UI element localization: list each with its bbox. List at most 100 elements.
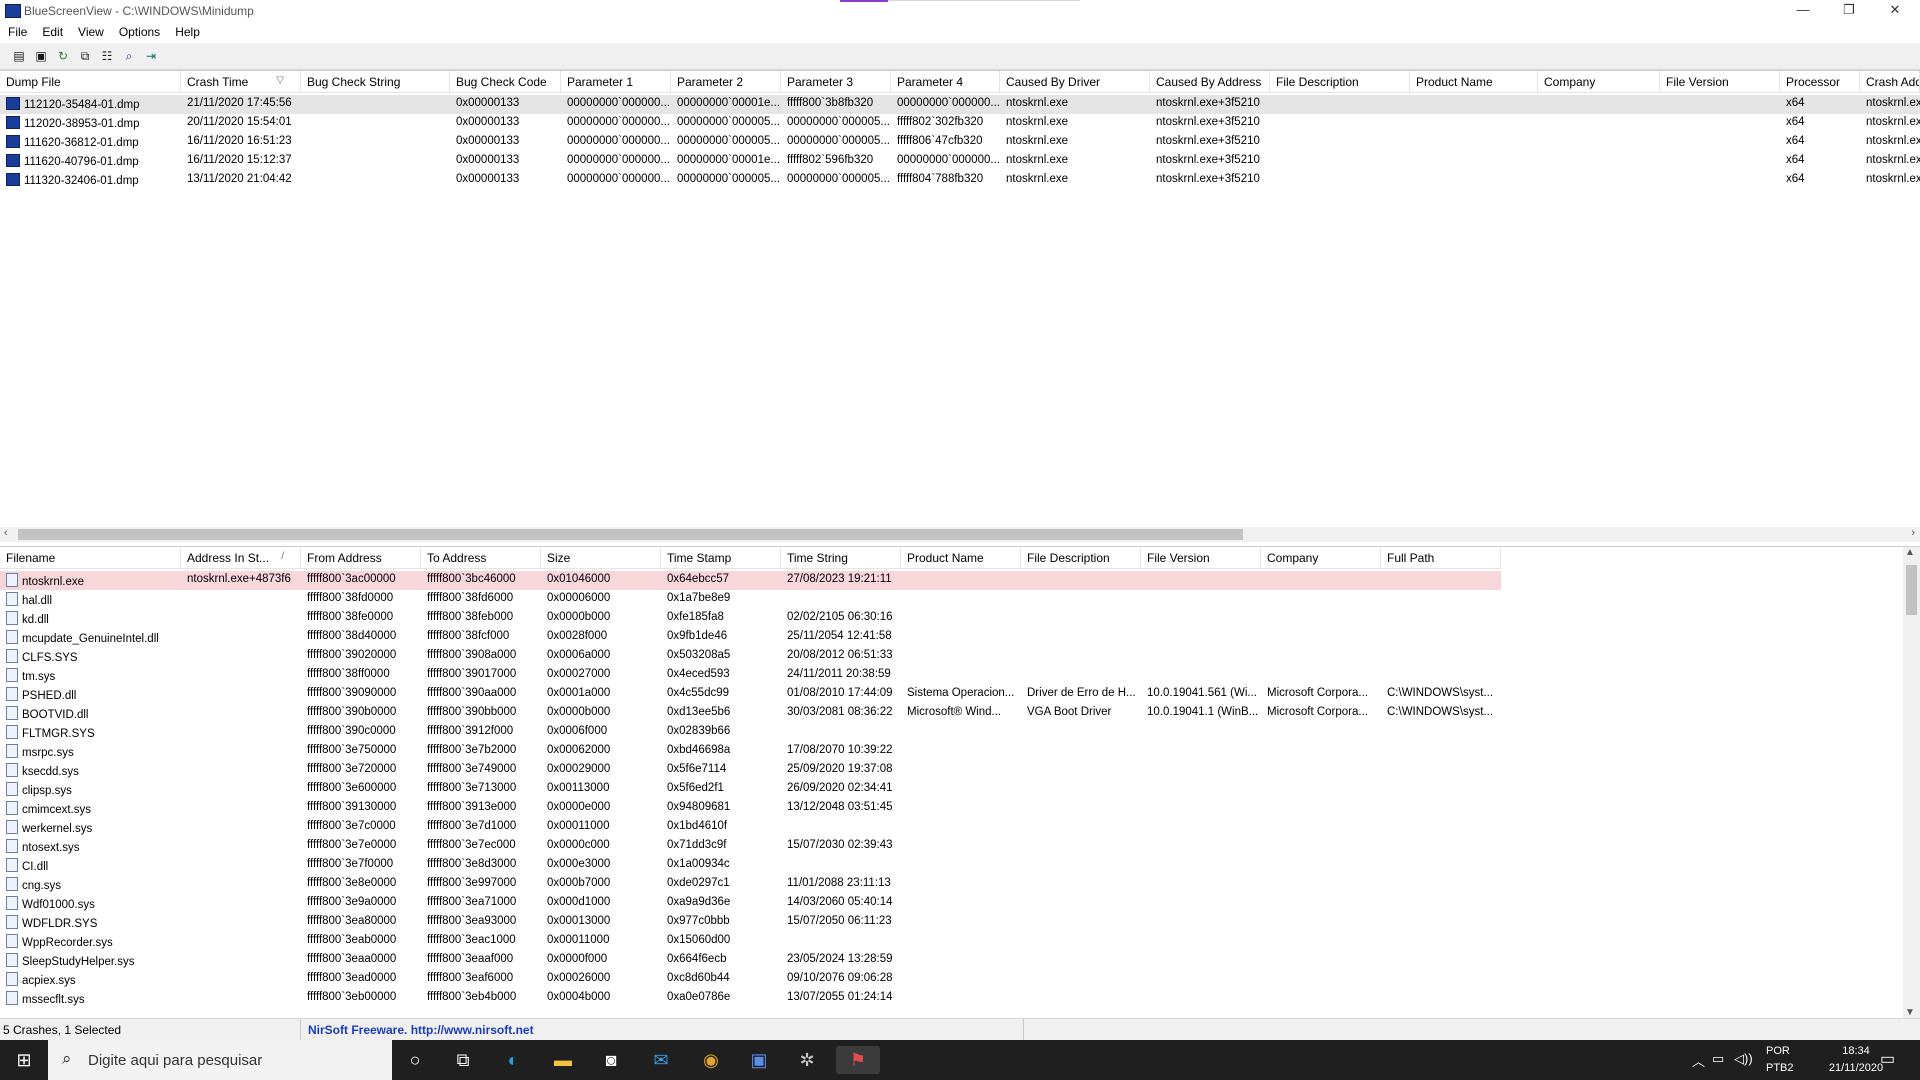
column-header-parameter-4[interactable]: Parameter 4	[891, 71, 1000, 93]
column-header-file-version[interactable]: File Version	[1141, 547, 1261, 569]
module-row[interactable]: ntoskrnl.exe ntoskrnl.exe+4873f6 fffff800`…	[0, 571, 1501, 590]
column-header-to-address[interactable]: To Address	[421, 547, 541, 569]
bluescreenview-taskbar-icon[interactable]: ▣	[742, 1046, 776, 1074]
crash-row[interactable]: 111620-40796-01.dmp 16/11/2020 15:12:37 0x…	[0, 152, 1920, 171]
module-row[interactable]: WDFLDR.SYS fffff800`3ea80000 fffff800`3ea9…	[0, 913, 1501, 932]
scroll-right-arrow-icon[interactable]: ›	[1911, 527, 1915, 539]
column-header-product-name[interactable]: Product Name	[901, 547, 1021, 569]
column-header-parameter-2[interactable]: Parameter 2	[671, 71, 781, 93]
column-header-product-name[interactable]: Product Name	[1410, 71, 1538, 93]
module-row[interactable]: tm.sys fffff800`38ff0000 fffff800`39017000…	[0, 666, 1501, 685]
active-app-taskbar-icon[interactable]: ⚑	[836, 1046, 880, 1074]
module-row[interactable]: mcupdate_GenuineIntel.dll fffff800`38d400…	[0, 628, 1501, 647]
find-icon[interactable]: ⌕	[120, 47, 138, 65]
restore-button[interactable]: ❐	[1826, 0, 1872, 22]
language-primary[interactable]: POR	[1766, 1045, 1790, 1057]
properties-icon[interactable]: ▤	[10, 47, 28, 65]
crash-row[interactable]: 111320-32406-01.dmp 13/11/2020 21:04:42 0x…	[0, 171, 1920, 190]
module-row[interactable]: msrpc.sys fffff800`3e750000 fffff800`3e7b2…	[0, 742, 1501, 761]
column-header-size[interactable]: Size	[541, 547, 661, 569]
module-row[interactable]: ntosext.sys fffff800`3e7e0000 fffff800`3e7…	[0, 837, 1501, 856]
store-icon[interactable]: ◙	[594, 1046, 628, 1074]
column-header-parameter-3[interactable]: Parameter 3	[781, 71, 891, 93]
column-header-bug-check-code[interactable]: Bug Check Code	[450, 71, 561, 93]
edge-icon[interactable]: ◐	[496, 1046, 530, 1074]
module-row[interactable]: FLTMGR.SYS fffff800`390c0000 fffff800`3912…	[0, 723, 1501, 742]
module-row[interactable]: CI.dll fffff800`3e7f0000 fffff800`3e8d3000…	[0, 856, 1501, 875]
vertical-scrollbar[interactable]: ▲ ▼	[1903, 547, 1920, 1018]
menu-options[interactable]: Options	[111, 22, 167, 39]
chrome-icon[interactable]: ◉	[694, 1046, 728, 1074]
crash-row[interactable]: 111620-36812-01.dmp 16/11/2020 16:51:23 0x…	[0, 133, 1920, 152]
mail-icon[interactable]: ✉	[644, 1046, 678, 1074]
cell-time-stamp: 0x503208a5	[661, 649, 781, 661]
scroll-down-arrow-icon[interactable]: ▼	[1905, 1007, 1915, 1018]
module-row[interactable]: clipsp.sys fffff800`3e600000 fffff800`3e71…	[0, 780, 1501, 799]
column-header-time-string[interactable]: Time String	[781, 547, 901, 569]
column-header-file-description[interactable]: File Description	[1270, 71, 1410, 93]
module-row[interactable]: kd.dll fffff800`38fe0000 fffff800`38feb000…	[0, 609, 1501, 628]
menu-help[interactable]: Help	[167, 22, 207, 39]
menu-file[interactable]: File	[0, 22, 34, 39]
column-header-company[interactable]: Company	[1538, 71, 1660, 93]
horizontal-scrollbar[interactable]: ‹ ›	[0, 527, 1920, 542]
cell-size: 0x00011000	[541, 934, 661, 946]
tray-chevron-icon[interactable]: ︿	[1692, 1051, 1705, 1070]
column-header-file-description[interactable]: File Description	[1021, 547, 1141, 569]
close-button[interactable]: ✕	[1872, 0, 1918, 22]
windows-start-icon[interactable]: ⊞	[6, 1046, 42, 1074]
column-header-dump-file[interactable]: Dump File	[0, 71, 181, 93]
module-row[interactable]: SleepStudyHelper.sys fffff800`3eaa0000 fff…	[0, 951, 1501, 970]
column-header-processor[interactable]: Processor	[1780, 71, 1860, 93]
module-row[interactable]: BOOTVID.dll fffff800`390b0000 fffff800`390…	[0, 704, 1501, 723]
column-header-company[interactable]: Company	[1261, 547, 1381, 569]
column-header-full-path[interactable]: Full Path	[1381, 547, 1501, 569]
module-row[interactable]: ksecdd.sys fffff800`3e720000 fffff800`3e74…	[0, 761, 1501, 780]
column-header-parameter-1[interactable]: Parameter 1	[561, 71, 671, 93]
column-header-crash-address[interactable]: Crash Address	[1860, 71, 1920, 93]
volume-icon[interactable]: ◁))	[1734, 1051, 1753, 1067]
scroll-left-arrow-icon[interactable]: ‹	[4, 527, 8, 539]
menu-edit[interactable]: Edit	[34, 22, 70, 39]
network-icon[interactable]: ▭	[1712, 1051, 1724, 1067]
crash-row[interactable]: 112020-38953-01.dmp 20/11/2020 15:54:01 0x…	[0, 114, 1920, 133]
module-row[interactable]: WppRecorder.sys fffff800`3eab0000 fffff800…	[0, 932, 1501, 951]
exit-icon[interactable]: ⇥	[142, 47, 160, 65]
copy-icon[interactable]: ⧉	[76, 47, 94, 65]
minimize-button[interactable]: —	[1780, 0, 1826, 22]
horizontal-scroll-thumb[interactable]	[18, 529, 1243, 540]
menu-view[interactable]: View	[70, 22, 111, 39]
notifications-icon[interactable]: ▭	[1880, 1049, 1895, 1069]
crash-row[interactable]: 112120-35484-01.dmp 21/11/2020 17:45:56 0x…	[0, 95, 1920, 114]
module-row[interactable]: hal.dll fffff800`38fd0000 fffff800`38fd600…	[0, 590, 1501, 609]
column-header-from-address[interactable]: From Address	[301, 547, 421, 569]
options-icon[interactable]: ☷	[98, 47, 116, 65]
module-row[interactable]: cmimcext.sys fffff800`39130000 fffff800`39…	[0, 799, 1501, 818]
module-row[interactable]: cng.sys fffff800`3e8e0000 fffff800`3e99700…	[0, 875, 1501, 894]
module-row[interactable]: PSHED.dll fffff800`39090000 fffff800`390aa…	[0, 685, 1501, 704]
task-view-icon[interactable]: ⧉	[446, 1046, 480, 1074]
module-row[interactable]: Wdf01000.sys fffff800`3e9a0000 fffff800`3e…	[0, 894, 1501, 913]
column-header-bug-check-string[interactable]: Bug Check String	[301, 71, 450, 93]
vertical-scroll-thumb[interactable]	[1906, 565, 1917, 615]
save-icon[interactable]: ▣	[32, 47, 50, 65]
file-explorer-icon[interactable]: ▬	[546, 1046, 580, 1074]
cortana-icon[interactable]: ○	[398, 1046, 432, 1074]
column-header-address-in-st[interactable]: Address In St... /	[181, 547, 301, 569]
column-header-file-version[interactable]: File Version	[1660, 71, 1780, 93]
language-secondary[interactable]: PTB2	[1766, 1062, 1794, 1074]
column-header-filename[interactable]: Filename	[0, 547, 181, 569]
column-header-crash-time[interactable]: Crash Time ▽	[181, 71, 301, 93]
nirsoft-link[interactable]: NirSoft Freeware. http://www.nirsoft.net	[308, 1023, 534, 1037]
module-row[interactable]: mssecflt.sys fffff800`3eb00000 fffff800`3e…	[0, 989, 1501, 1008]
refresh-icon[interactable]: ↻	[54, 47, 72, 65]
module-row[interactable]: CLFS.SYS fffff800`39020000 fffff800`3908a0…	[0, 647, 1501, 666]
taskbar-search[interactable]: ⌕ Digite aqui para pesquisar	[48, 1040, 392, 1080]
module-row[interactable]: acpiex.sys fffff800`3ead0000 fffff800`3eaf…	[0, 970, 1501, 989]
app-taskbar-icon[interactable]: ✲	[790, 1046, 824, 1074]
column-header-time-stamp[interactable]: Time Stamp	[661, 547, 781, 569]
column-header-caused-by-address[interactable]: Caused By Address	[1150, 71, 1270, 93]
module-row[interactable]: werkernel.sys fffff800`3e7c0000 fffff800`3…	[0, 818, 1501, 837]
column-header-caused-by-driver[interactable]: Caused By Driver	[1000, 71, 1150, 93]
scroll-up-arrow-icon[interactable]: ▲	[1905, 547, 1915, 558]
